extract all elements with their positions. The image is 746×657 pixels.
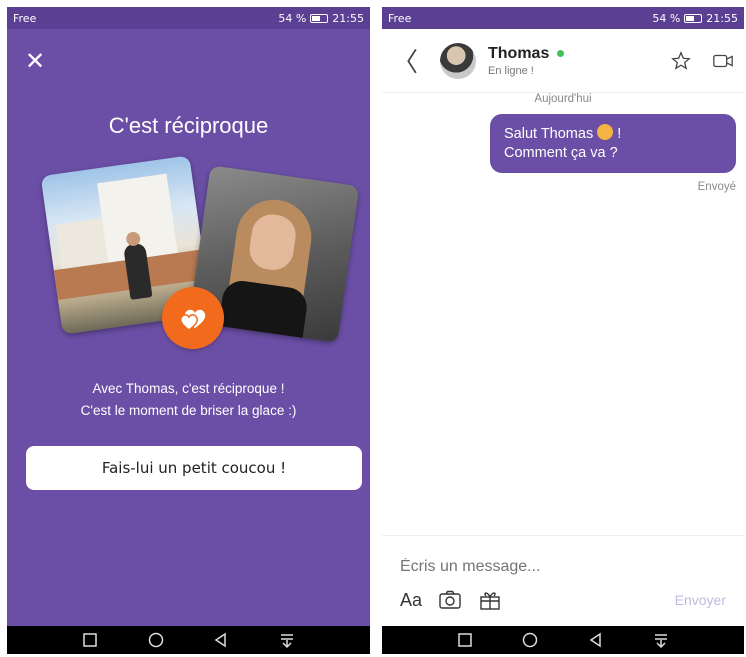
sent-message-bubble[interactable]: Salut Thomas ! Comment ça va ? <box>490 114 736 173</box>
battery-icon <box>684 13 703 23</box>
notification-pull-icon[interactable] <box>278 631 296 649</box>
match-message-line-2: C'est le moment de briser la glace :) <box>80 403 297 418</box>
clock: 21:55 <box>332 11 364 25</box>
carrier-label: Free <box>13 11 37 25</box>
back-icon[interactable] <box>587 631 605 649</box>
battery-percent: 54 % <box>278 11 307 25</box>
avatar[interactable] <box>440 42 476 79</box>
match-message: Avec Thomas, c'est réciproque ! C'est le… <box>7 378 370 422</box>
battery-icon <box>310 13 329 23</box>
recent-apps-icon[interactable] <box>81 631 99 649</box>
camera-icon[interactable] <box>438 588 462 612</box>
recent-apps-icon[interactable] <box>456 631 474 649</box>
star-icon[interactable] <box>670 50 692 72</box>
home-icon[interactable] <box>521 631 539 649</box>
gift-icon[interactable] <box>478 588 502 612</box>
contact-status: En ligne ! <box>488 64 534 77</box>
contact-name[interactable]: Thomas <box>488 45 549 63</box>
page-title: C'est réciproque <box>108 113 269 138</box>
match-message-line-1: Avec Thomas, c'est réciproque ! <box>92 381 285 396</box>
say-hello-button[interactable]: Fais-lui un petit coucou ! <box>26 446 362 490</box>
message-text-end: ! <box>617 126 622 142</box>
hearts-icon <box>179 309 206 331</box>
chat-screen: Free 54 % 21:55 〈 Thomas En ligne ! Aujo… <box>382 7 744 654</box>
status-bar: Free 54 % 21:55 <box>382 7 744 29</box>
delivery-status: Envoyé <box>697 181 736 193</box>
system-nav-bar <box>382 626 744 654</box>
battery-percent: 54 % <box>652 11 681 25</box>
back-icon[interactable] <box>212 631 230 649</box>
status-bar: Free 54 % 21:55 <box>7 7 370 29</box>
video-call-icon[interactable] <box>712 50 734 72</box>
waving-hand-icon <box>597 124 614 140</box>
message-text: Salut Thomas <box>504 126 594 142</box>
format-text-button[interactable]: Aa <box>400 590 422 611</box>
clock: 21:55 <box>706 11 738 25</box>
back-chevron-icon[interactable]: 〈 <box>392 42 422 79</box>
chat-header: 〈 Thomas En ligne ! <box>382 29 744 93</box>
day-separator: Aujourd'hui <box>534 93 592 105</box>
carrier-label: Free <box>388 11 412 25</box>
message-input[interactable] <box>400 558 726 576</box>
hearts-badge <box>162 287 224 349</box>
message-composer: Aa Envoyer <box>382 535 744 627</box>
send-button[interactable]: Envoyer <box>675 592 726 608</box>
message-text-line-2: Comment ça va ? <box>504 145 618 161</box>
online-indicator <box>557 50 565 57</box>
match-screen: Free 54 % 21:55 ✕ C'est réciproque Avec … <box>7 7 370 654</box>
close-icon[interactable]: ✕ <box>25 49 45 73</box>
system-nav-bar <box>7 626 370 654</box>
home-icon[interactable] <box>147 631 165 649</box>
notification-pull-icon[interactable] <box>652 631 670 649</box>
